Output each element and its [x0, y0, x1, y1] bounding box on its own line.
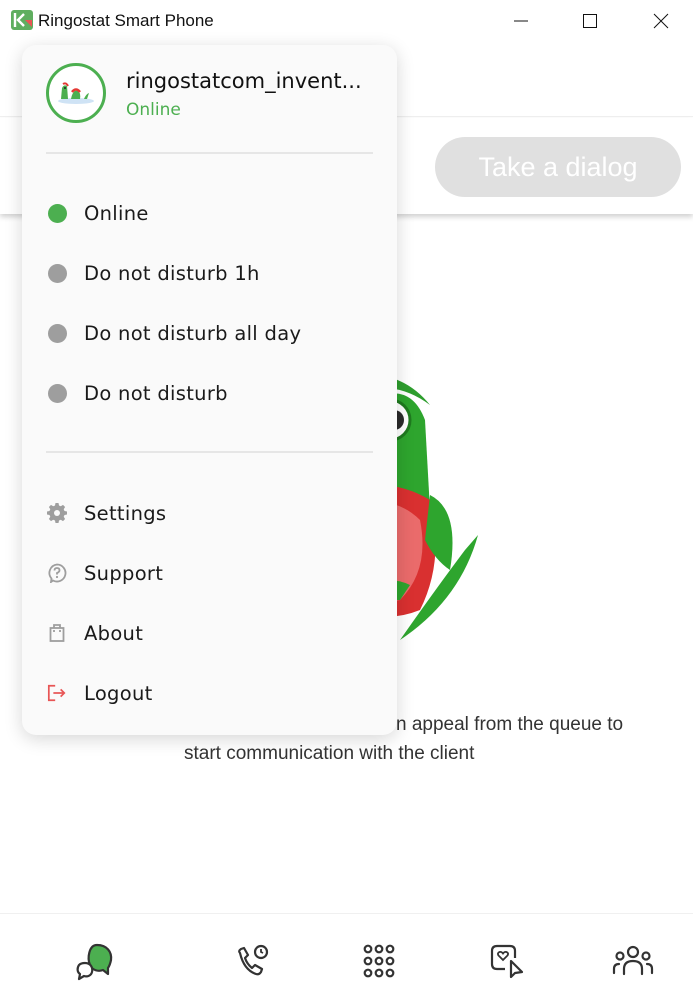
user-menu: ringostatcom_invent... Online Online Do …	[22, 45, 397, 735]
nav-contacts[interactable]	[610, 938, 656, 984]
ringostat-logo-icon	[11, 10, 33, 30]
gear-icon	[47, 503, 67, 523]
minimize-button[interactable]	[498, 0, 544, 42]
menu-item-about[interactable]: About	[22, 607, 397, 659]
menu-item-settings[interactable]: Settings	[22, 487, 397, 539]
nav-widget[interactable]	[484, 938, 530, 984]
menu-item-label: Logout	[84, 681, 153, 705]
question-bubble-icon	[47, 563, 67, 583]
menu-divider	[46, 451, 373, 453]
screen-cursor-icon	[490, 944, 524, 979]
take-dialog-button[interactable]: Take a dialog	[435, 137, 681, 197]
status-dot-icon	[47, 263, 67, 283]
nav-chats[interactable]	[69, 938, 115, 984]
menu-item-label: Settings	[84, 501, 167, 525]
status-option-label: Do not disturb	[84, 381, 228, 405]
profile-username: ringostatcom_invent...	[126, 69, 362, 93]
status-option-label: Online	[84, 201, 149, 225]
empty-state-line-2: start communication with the client	[184, 743, 475, 764]
menu-item-label: Support	[84, 561, 164, 585]
bag-icon	[47, 623, 67, 643]
bottom-nav	[0, 913, 693, 1003]
nav-call-history[interactable]	[229, 938, 275, 984]
minimize-icon	[514, 20, 528, 22]
logout-icon	[47, 683, 67, 703]
people-icon	[612, 945, 654, 976]
app-window: Ringostat Smart Phone Take a dialog n ap…	[0, 0, 693, 1003]
status-dot-icon	[47, 323, 67, 343]
close-icon	[653, 13, 669, 29]
nav-dialpad[interactable]	[356, 938, 402, 984]
menu-item-logout[interactable]: Logout	[22, 667, 397, 719]
maximize-button[interactable]	[567, 0, 613, 42]
window-title: Ringostat Smart Phone	[38, 11, 214, 30]
status-option-dnd[interactable]: Do not disturb	[22, 367, 397, 419]
dialpad-icon	[363, 944, 395, 978]
menu-divider	[46, 152, 373, 154]
avatar[interactable]	[46, 63, 106, 123]
menu-item-label: About	[84, 621, 144, 645]
status-option-label: Do not disturb all day	[84, 321, 302, 345]
sea-monster-avatar-icon	[58, 82, 94, 104]
profile-header: ringostatcom_invent... Online	[46, 63, 386, 125]
phone-clock-icon	[238, 944, 269, 976]
status-option-online[interactable]: Online	[22, 187, 397, 239]
close-button[interactable]	[638, 0, 684, 42]
title-bar: Ringostat Smart Phone	[0, 0, 693, 42]
status-option-dnd-1h[interactable]: Do not disturb 1h	[22, 247, 397, 299]
chat-bubbles-icon	[76, 943, 113, 981]
profile-status: Online	[126, 100, 181, 120]
status-dot-icon	[47, 203, 67, 223]
status-option-dnd-all-day[interactable]: Do not disturb all day	[22, 307, 397, 359]
status-option-label: Do not disturb 1h	[84, 261, 260, 285]
maximize-icon	[583, 14, 597, 28]
menu-item-support[interactable]: Support	[22, 547, 397, 599]
status-dot-icon	[47, 383, 67, 403]
